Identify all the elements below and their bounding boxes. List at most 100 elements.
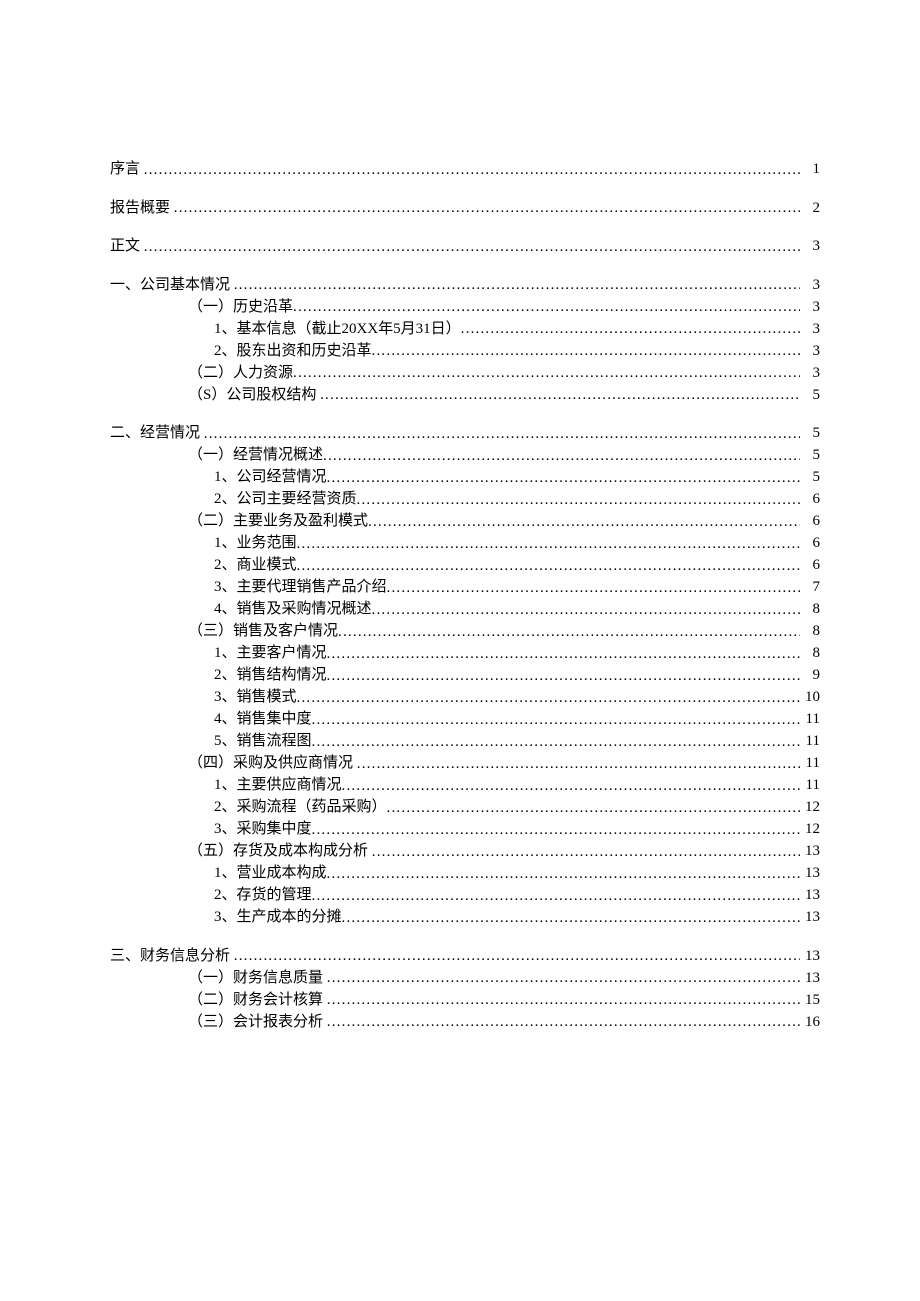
- toc-entry-title: 1、基本信息（截止20XX年5月31日）: [214, 322, 461, 337]
- toc-entry: 1、主要供应商情况11: [110, 778, 820, 795]
- toc-leader-dots: [320, 388, 800, 405]
- toc-entry: （S）公司股权结构 5: [110, 388, 820, 405]
- toc-entry: （三）销售及客户情况8: [110, 624, 820, 641]
- toc-entry-title: 正文: [110, 239, 140, 254]
- toc-entry-title: （一）财务信息质量: [188, 971, 323, 986]
- page-content: 序言 1报告概要 2正文 3一、公司基本情况 3（一）历史沿革31、基本信息（截…: [0, 0, 920, 1031]
- toc-entry-page: 5: [800, 388, 820, 403]
- toc-entry: 二、经营情况 5: [110, 426, 820, 443]
- toc-leader-dots: [297, 536, 800, 553]
- toc-entry-page: 16: [800, 1015, 820, 1030]
- toc-entry-page: 11: [800, 712, 820, 727]
- toc-entry-page: 5: [800, 470, 820, 485]
- toc-leader-dots: [312, 712, 800, 729]
- toc-entry-page: 6: [800, 558, 820, 573]
- toc-entry-title: （二）人力资源: [188, 366, 293, 381]
- toc-entry-title: 三、财务信息分析: [110, 949, 230, 964]
- toc-leader-dots: [357, 492, 800, 509]
- toc-entry-title: （三）销售及客户情况: [188, 624, 338, 639]
- toc-entry: （四）采购及供应商情况 11: [110, 756, 820, 773]
- toc-entry-page: 12: [800, 822, 820, 837]
- toc-entry-page: 10: [800, 690, 820, 705]
- toc-entry-title: 2、商业模式: [214, 558, 297, 573]
- toc-entry-title: （二）财务会计核算: [188, 993, 323, 1008]
- toc-leader-dots: [368, 514, 800, 531]
- toc-entry: （二）主要业务及盈利模式 6: [110, 514, 820, 531]
- toc-entry-page: 1: [800, 162, 820, 177]
- toc-entry: 1、营业成本构成13: [110, 866, 820, 883]
- toc-entry-title: 3、采购集中度: [214, 822, 312, 837]
- toc-leader-dots: [372, 602, 800, 619]
- toc-leader-dots: [387, 580, 800, 597]
- toc-leader-dots: [342, 778, 800, 795]
- toc-entry: 1、基本信息（截止20XX年5月31日） 3: [110, 322, 820, 339]
- toc-leader-dots: [204, 426, 800, 443]
- toc-entry-title: 报告概要: [110, 201, 170, 216]
- toc-entry-title: 2、公司主要经营资质: [214, 492, 357, 507]
- toc-entry-title: 2、采购流程（药品采购）: [214, 800, 387, 815]
- toc-entry: 1、业务范围 6: [110, 536, 820, 553]
- toc-leader-dots: [372, 844, 800, 861]
- toc-entry-title: 2、股东出资和历史沿革: [214, 344, 372, 359]
- toc-entry-title: （一）经营情况概述: [188, 448, 323, 463]
- toc-entry-page: 12: [800, 800, 820, 815]
- toc-entry-page: 8: [800, 602, 820, 617]
- toc-entry: 2、商业模式 6: [110, 558, 820, 575]
- toc-entry-page: 2: [800, 201, 820, 216]
- toc-entry: （一）经营情况概述 5: [110, 448, 820, 465]
- toc-entry-page: 13: [800, 910, 820, 925]
- toc-entry: 正文 3: [110, 239, 820, 256]
- toc-leader-dots: [338, 624, 800, 641]
- toc-leader-dots: [327, 668, 800, 685]
- toc-entry-page: 6: [800, 492, 820, 507]
- toc-entry: 3、生产成本的分摊 13: [110, 910, 820, 927]
- toc-leader-dots: [234, 278, 800, 295]
- toc-entry-page: 15: [800, 993, 820, 1008]
- toc-leader-dots: [297, 558, 800, 575]
- toc-entry-title: 1、业务范围: [214, 536, 297, 551]
- toc-entry-page: 3: [800, 322, 820, 337]
- toc-entry-page: 5: [800, 448, 820, 463]
- toc-entry-title: 3、销售模式: [214, 690, 297, 705]
- toc-entry: 2、股东出资和历史沿革 3: [110, 344, 820, 361]
- toc-entry-title: 1、公司经营情况: [214, 470, 327, 485]
- toc-entry: 4、销售集中度 11: [110, 712, 820, 729]
- toc-leader-dots: [293, 366, 800, 383]
- toc-entry: 序言 1: [110, 162, 820, 179]
- toc-leader-dots: [312, 888, 800, 905]
- toc-entry: 2、销售结构情况9: [110, 668, 820, 685]
- toc-entry-page: 3: [800, 278, 820, 293]
- toc-entry-title: 3、主要代理销售产品介绍: [214, 580, 387, 595]
- toc-entry: （一）财务信息质量 13: [110, 971, 820, 988]
- toc-entry-title: 1、主要供应商情况: [214, 778, 342, 793]
- toc-entry-title: 1、主要客户情况: [214, 646, 327, 661]
- toc-entry: 3、主要代理销售产品介绍 7: [110, 580, 820, 597]
- toc-entry-page: 7: [800, 580, 820, 595]
- toc-entry: 1、公司经营情况 5: [110, 470, 820, 487]
- toc-entry-title: （二）主要业务及盈利模式: [188, 514, 368, 529]
- toc-entry-title: 5、销售流程图: [214, 734, 312, 749]
- toc-entry: （五）存货及成本构成分析 13: [110, 844, 820, 861]
- toc-entry: 2、存货的管理13: [110, 888, 820, 905]
- toc-entry: （二）人力资源 3: [110, 366, 820, 383]
- toc-entry-title: 4、销售及采购情况概述: [214, 602, 372, 617]
- toc-leader-dots: [312, 734, 800, 751]
- toc-entry-title: 4、销售集中度: [214, 712, 312, 727]
- toc-entry-page: 6: [800, 514, 820, 529]
- toc-entry-title: 序言: [110, 162, 140, 177]
- toc-entry-page: 3: [800, 366, 820, 381]
- toc-entry-title: （四）采购及供应商情况: [188, 756, 353, 771]
- toc-entry-title: 3、生产成本的分摊: [214, 910, 342, 925]
- toc-entry-page: 3: [800, 344, 820, 359]
- toc-leader-dots: [312, 822, 800, 839]
- toc-leader-dots: [387, 800, 800, 817]
- toc-entry-page: 13: [800, 866, 820, 881]
- toc-leader-dots: [323, 448, 800, 465]
- toc-entry-page: 6: [800, 536, 820, 551]
- toc-entry-page: 13: [800, 949, 820, 964]
- toc-entry-page: 11: [800, 734, 820, 749]
- toc-entry: 一、公司基本情况 3: [110, 278, 820, 295]
- toc-entry-title: （三）会计报表分析: [188, 1015, 323, 1030]
- toc-entry-page: 13: [800, 888, 820, 903]
- toc-entry-page: 3: [800, 239, 820, 254]
